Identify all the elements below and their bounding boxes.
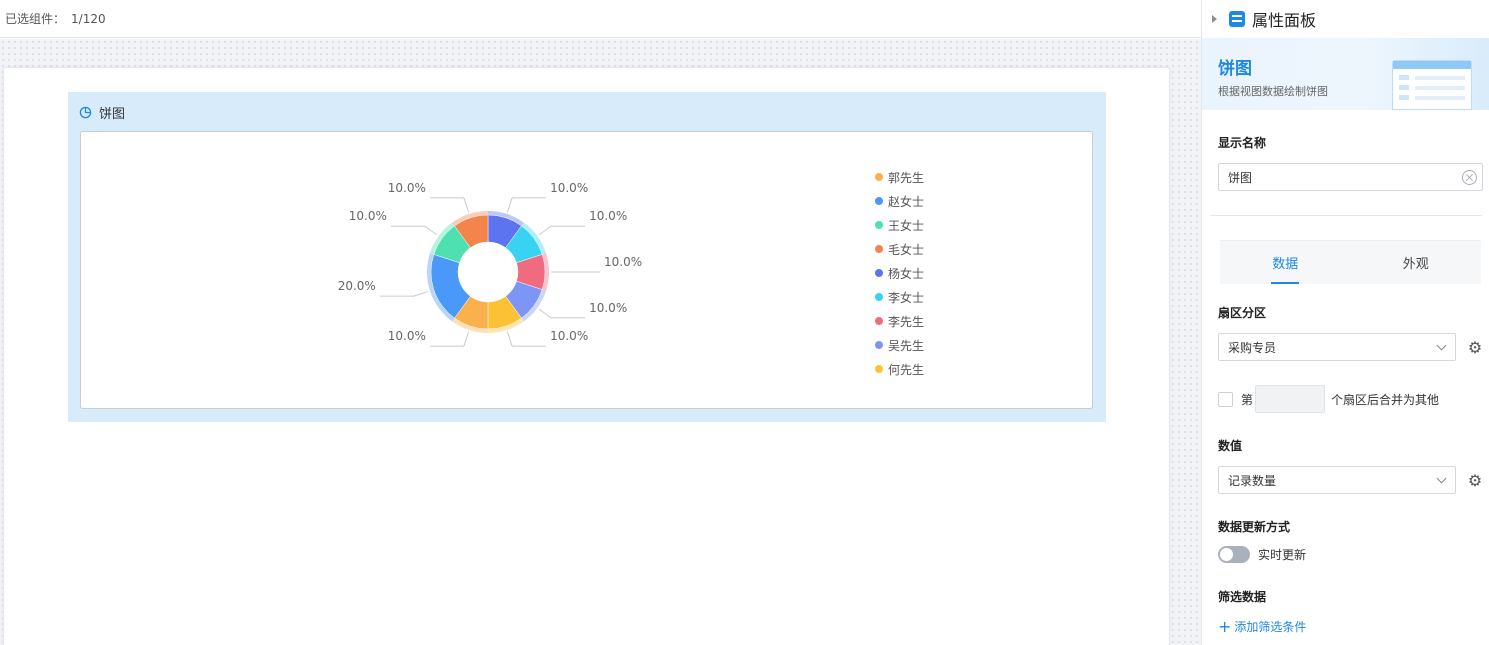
sector-select[interactable]: 采购专员	[1218, 333, 1456, 361]
collapse-caret-icon[interactable]	[1212, 15, 1217, 23]
pie-chart: 10.0%10.0%10.0%10.0%10.0%10.0%20.0%10.0%…	[338, 181, 642, 347]
tab-appearance[interactable]: 外观	[1351, 241, 1482, 284]
slice-percent-label: 10.0%	[589, 209, 627, 223]
realtime-update-row: 实时更新	[1218, 546, 1306, 563]
slice-percent-label: 10.0%	[550, 329, 588, 343]
selected-components-label: 已选组件：	[5, 12, 66, 26]
chevron-down-icon	[1436, 473, 1447, 484]
pie-chart-widget[interactable]: 饼图 10.0% 10.0% 10.0% 10.0% 10.0% 10.0% 20.0% 10…	[68, 92, 1106, 422]
value-select-value: 记录数量	[1228, 473, 1277, 488]
value-settings-gear-icon[interactable]: ⚙	[1467, 473, 1483, 489]
display-name-value: 饼图	[1228, 170, 1253, 185]
legend-item[interactable]: 何先生	[875, 357, 924, 381]
legend-item[interactable]: 李女士	[875, 285, 924, 309]
pie-chart-icon	[79, 106, 92, 119]
label-leader-line	[379, 290, 429, 297]
plus-icon: +	[1218, 616, 1232, 636]
widget-title: 饼图	[99, 107, 126, 122]
legend-label: 王女士	[888, 218, 925, 233]
legend-label: 赵女士	[888, 194, 925, 209]
realtime-update-label: 实时更新	[1258, 548, 1307, 562]
merge-suffix: 个扇区后合并为其他	[1331, 392, 1440, 407]
legend-item[interactable]: 赵女士	[875, 189, 924, 213]
label-leader-line	[506, 331, 547, 347]
merge-sectors-checkbox[interactable]	[1218, 391, 1233, 407]
legend-label: 吴先生	[888, 338, 925, 353]
merge-count-input[interactable]	[1255, 385, 1326, 413]
chart-legend: 郭先生赵女士王女士毛女士杨女士李女士李先生吴先生何先生	[875, 165, 924, 381]
legend-dot-icon	[875, 317, 883, 325]
page-container: 饼图 10.0% 10.0% 10.0% 10.0% 10.0% 10.0% 20.0% 10…	[3, 67, 1170, 645]
widget-header: 饼图	[79, 103, 125, 122]
slice-percent-label: 10.0%	[349, 209, 387, 223]
selected-components-count: 1/120	[71, 12, 106, 26]
property-panel-icon	[1229, 11, 1245, 27]
legend-label: 杨女士	[888, 266, 925, 281]
slice-percent-label: 10.0%	[550, 181, 588, 195]
section-divider	[1210, 215, 1482, 216]
legend-dot-icon	[875, 269, 883, 277]
banner-subtitle: 根据视图数据绘制饼图	[1218, 85, 1328, 98]
legend-dot-icon	[875, 245, 883, 253]
legend-item[interactable]: 毛女士	[875, 237, 924, 261]
slice-percent-label: 10.0%	[589, 301, 627, 315]
selection-status-bar: 已选组件： 1/120	[0, 0, 1201, 38]
component-banner: 饼图 根据视图数据绘制饼图	[1202, 38, 1489, 110]
label-leader-line	[538, 225, 586, 236]
banner-title: 饼图	[1218, 59, 1252, 79]
legend-item[interactable]: 李先生	[875, 309, 924, 333]
chevron-down-icon	[1436, 340, 1447, 351]
merge-sectors-row: 第 个扇区后合并为其他	[1218, 385, 1439, 413]
update-mode-label: 数据更新方式	[1218, 520, 1291, 534]
display-name-label: 显示名称	[1218, 136, 1267, 150]
chart-area: 10.0% 10.0% 10.0% 10.0% 10.0% 10.0% 20.0% 10.0%…	[80, 131, 1093, 409]
label-leader-line	[390, 225, 438, 236]
legend-dot-icon	[875, 293, 883, 301]
legend-label: 郭先生	[888, 170, 925, 185]
realtime-update-toggle[interactable]	[1218, 546, 1250, 563]
panel-title: 属性面板	[1252, 11, 1317, 30]
slice-percent-label: 20.0%	[338, 279, 376, 293]
legend-item[interactable]: 杨女士	[875, 261, 924, 285]
add-filter-button[interactable]: + 添加筛选条件	[1218, 618, 1306, 635]
value-label: 数值	[1218, 439, 1243, 453]
legend-label: 何先生	[888, 362, 925, 377]
clear-icon[interactable]	[1462, 170, 1477, 185]
tab-data[interactable]: 数据	[1220, 241, 1351, 284]
legend-item[interactable]: 王女士	[875, 213, 924, 237]
legend-label: 李先生	[888, 314, 925, 329]
label-leader-line	[506, 197, 547, 213]
legend-label: 毛女士	[888, 242, 925, 257]
label-leader-line	[538, 308, 586, 319]
slice-percent-label: 10.0%	[388, 329, 426, 343]
banner-illustration-icon	[1392, 60, 1472, 110]
slice-percent-label: 10.0%	[388, 181, 426, 195]
legend-item[interactable]: 郭先生	[875, 165, 924, 189]
value-select[interactable]: 记录数量	[1218, 466, 1456, 494]
legend-item[interactable]: 吴先生	[875, 333, 924, 357]
legend-label: 李女士	[888, 290, 925, 305]
legend-dot-icon	[875, 173, 883, 181]
display-name-input[interactable]: 饼图	[1218, 163, 1483, 191]
label-leader-line	[429, 331, 470, 347]
label-leader-line	[429, 197, 470, 213]
panel-tabs: 数据 外观	[1220, 240, 1481, 284]
sector-label: 扇区分区	[1218, 306, 1267, 320]
sector-settings-gear-icon[interactable]: ⚙	[1467, 340, 1483, 356]
slice-percent-label: 10.0%	[604, 255, 642, 269]
design-canvas: 饼图 10.0% 10.0% 10.0% 10.0% 10.0% 10.0% 20.0% 10…	[0, 39, 1201, 645]
filter-data-label: 筛选数据	[1218, 590, 1267, 604]
legend-dot-icon	[875, 221, 883, 229]
sector-select-value: 采购专员	[1228, 340, 1277, 355]
legend-dot-icon	[875, 341, 883, 349]
property-panel: 属性面板 饼图 根据视图数据绘制饼图 显示名称 饼图 数据 外观 扇区分区 采购…	[1201, 0, 1489, 645]
add-filter-label: 添加筛选条件	[1234, 620, 1307, 634]
panel-header: 属性面板	[1202, 0, 1489, 38]
legend-dot-icon	[875, 365, 883, 373]
merge-prefix: 第	[1241, 392, 1254, 407]
legend-dot-icon	[875, 197, 883, 205]
